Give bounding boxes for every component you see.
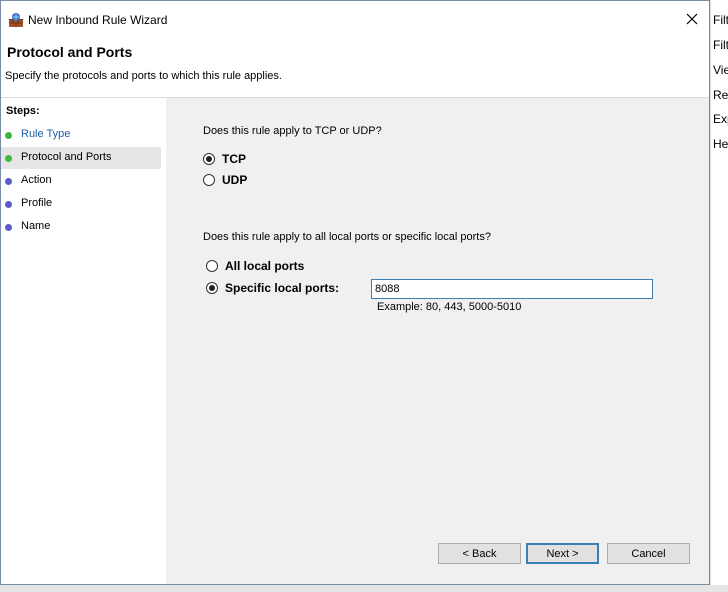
firewall-icon xyxy=(8,12,24,28)
step-label: Protocol and Ports xyxy=(21,151,112,163)
step-label: Rule Type xyxy=(21,128,71,140)
wizard-header: Protocol and Ports Specify the protocols… xyxy=(1,39,709,97)
background-window-panel: Filt Filt Vie Ref Exp He xyxy=(710,0,728,592)
step-status-icon xyxy=(5,224,12,231)
wizard-dialog: New Inbound Rule Wizard Protocol and Por… xyxy=(0,0,710,585)
step-label: Action xyxy=(21,174,52,186)
step-name: Name xyxy=(1,216,161,238)
title-bar[interactable]: New Inbound Rule Wizard xyxy=(1,1,709,39)
background-window-bottom xyxy=(0,585,728,592)
close-icon xyxy=(686,13,698,28)
specific-ports-input[interactable] xyxy=(371,279,653,299)
page-title: Protocol and Ports xyxy=(7,44,133,60)
step-status-icon xyxy=(5,155,12,162)
back-button[interactable]: < Back xyxy=(438,543,521,564)
window-title: New Inbound Rule Wizard xyxy=(28,13,168,27)
specific-local-ports-radio[interactable] xyxy=(206,282,218,294)
udp-radio[interactable] xyxy=(203,174,215,186)
protocol-question: Does this rule apply to TCP or UDP? xyxy=(203,125,382,137)
background-menu-item: He xyxy=(713,137,728,151)
tcp-radio[interactable] xyxy=(203,153,215,165)
background-menu-item: Ref xyxy=(713,88,728,102)
wizard-content: Does this rule apply to TCP or UDP? TCP … xyxy=(166,98,709,584)
step-label: Profile xyxy=(21,197,53,209)
all-local-ports-radio[interactable] xyxy=(206,260,218,272)
all-local-ports-label[interactable]: All local ports xyxy=(225,259,304,273)
background-menu-item: Vie xyxy=(713,63,728,77)
step-protocol-and-ports[interactable]: Protocol and Ports xyxy=(1,147,161,169)
cancel-button[interactable]: Cancel xyxy=(607,543,690,564)
step-rule-type[interactable]: Rule Type xyxy=(1,124,161,146)
step-status-icon xyxy=(5,178,12,185)
page-subtitle: Specify the protocols and ports to which… xyxy=(5,70,282,82)
steps-panel: Steps: Rule Type Protocol and Ports Acti… xyxy=(1,98,163,584)
specific-local-ports-label[interactable]: Specific local ports: xyxy=(225,281,339,295)
close-button[interactable] xyxy=(675,1,709,39)
udp-label[interactable]: UDP xyxy=(222,173,247,187)
step-status-icon xyxy=(5,132,12,139)
steps-label: Steps: xyxy=(6,105,40,117)
background-menu-item: Exp xyxy=(713,112,728,126)
next-button[interactable]: Next > xyxy=(526,543,599,564)
step-action: Action xyxy=(1,170,161,192)
background-menu-item: Filt xyxy=(713,13,728,27)
step-label: Name xyxy=(21,220,51,232)
step-profile: Profile xyxy=(1,193,161,215)
tcp-label[interactable]: TCP xyxy=(222,152,246,166)
ports-example-text: Example: 80, 443, 5000-5010 xyxy=(377,301,522,313)
background-menu-item: Filt xyxy=(713,38,728,52)
ports-question: Does this rule apply to all local ports … xyxy=(203,231,491,243)
step-status-icon xyxy=(5,201,12,208)
